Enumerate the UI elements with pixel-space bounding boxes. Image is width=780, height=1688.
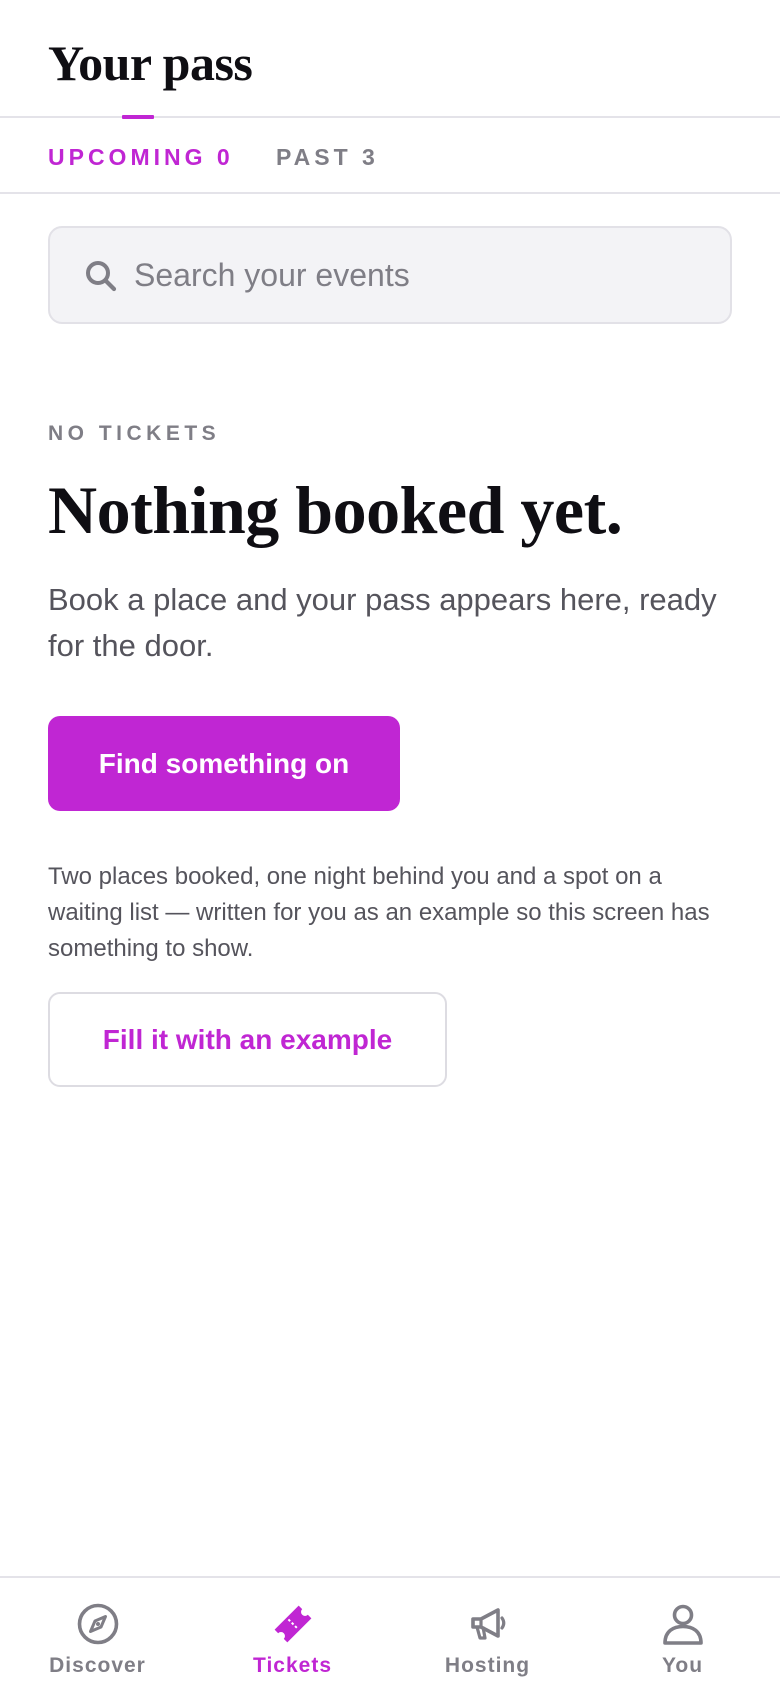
- empty-state-eyebrow: NO TICKETS: [48, 422, 221, 445]
- tab-upcoming[interactable]: UPCOMING 0: [48, 142, 234, 172]
- app-header: Your pass: [0, 0, 780, 118]
- nav-label-discover: Discover: [49, 1654, 146, 1677]
- find-something-button[interactable]: Find something on: [48, 716, 400, 811]
- nav-item-tickets[interactable]: Tickets: [195, 1578, 390, 1688]
- ticket-icon: [274, 1605, 312, 1643]
- tab-past[interactable]: PAST 3: [276, 142, 379, 172]
- example-note: Two places booked, one night behind you …: [48, 863, 710, 962]
- active-tab-indicator: [122, 115, 154, 119]
- nav-label-tickets: Tickets: [253, 1654, 332, 1677]
- empty-state-headline: Nothing booked yet.: [48, 472, 623, 548]
- tab-bar: UPCOMING 0 PAST 3: [0, 115, 780, 194]
- nav-label-you: You: [661, 1654, 704, 1677]
- nav-item-you[interactable]: You: [585, 1578, 780, 1688]
- nav-label-hosting: Hosting: [444, 1654, 531, 1677]
- nav-item-discover[interactable]: Discover: [0, 1578, 195, 1688]
- user-icon: [663, 1604, 703, 1645]
- fill-example-button[interactable]: Fill it with an example: [48, 992, 447, 1087]
- empty-state-subtext: Book a place and your pass appears here,…: [48, 582, 717, 663]
- nav-item-hosting[interactable]: Hosting: [390, 1578, 585, 1688]
- megaphone-icon: [471, 1608, 506, 1640]
- page-title: Your pass: [48, 35, 253, 91]
- search-input[interactable]: [134, 248, 704, 302]
- compass-icon: [77, 1603, 119, 1645]
- search-bar[interactable]: [48, 226, 732, 324]
- bottom-nav: Discover Tickets Hosting You: [0, 1576, 780, 1688]
- search-icon: [86, 261, 117, 292]
